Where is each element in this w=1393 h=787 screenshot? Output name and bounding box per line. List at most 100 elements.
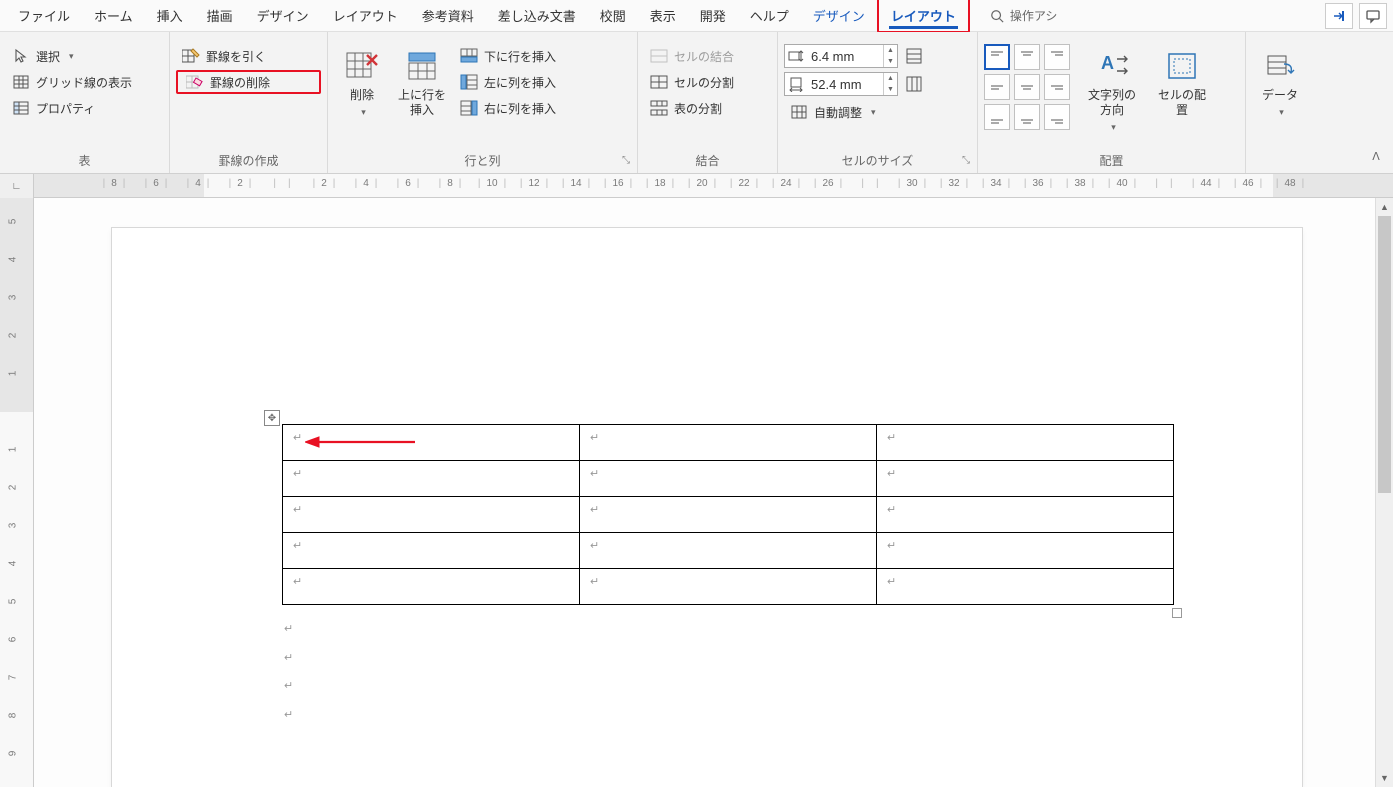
table-row[interactable] <box>283 425 1174 461</box>
insert-col-right-icon <box>460 99 478 117</box>
row-height-icon <box>785 48 807 64</box>
tab-layout[interactable]: レイアウト <box>321 0 410 31</box>
table-cell[interactable] <box>283 533 580 569</box>
row-height-input[interactable]: 6.4 mm ▲▼ <box>784 44 898 68</box>
table-cell[interactable] <box>877 461 1174 497</box>
ruler-tick: 4 <box>7 561 18 567</box>
table-row[interactable] <box>283 569 1174 605</box>
insert-left-button[interactable]: 左に列を挿入 <box>454 70 562 94</box>
align-bot-center[interactable] <box>1014 104 1040 130</box>
view-gridlines-label: グリッド線の表示 <box>36 74 132 91</box>
vertical-scrollbar[interactable]: ▲ ▼ <box>1375 198 1393 787</box>
table-move-handle[interactable]: ✥ <box>264 410 280 426</box>
text-direction-label: 文字列の方向 <box>1086 88 1138 118</box>
select-button[interactable]: 選択 <box>6 44 138 68</box>
horizontal-ruler[interactable]: ∟ 86422468101214161820222426303234363840… <box>0 174 1393 198</box>
insert-col-left-icon <box>460 73 478 91</box>
page[interactable]: ✥ <box>112 228 1302 787</box>
split-table-label: 表の分割 <box>674 100 722 117</box>
collapse-ribbon-button[interactable]: ᐱ <box>1365 145 1387 167</box>
table-row[interactable] <box>283 497 1174 533</box>
scroll-down-button[interactable]: ▼ <box>1376 769 1393 787</box>
table-cell[interactable] <box>877 569 1174 605</box>
insert-below-button[interactable]: 下に行を挿入 <box>454 44 562 68</box>
scroll-track[interactable] <box>1376 216 1393 769</box>
table-cell[interactable] <box>877 425 1174 461</box>
text-direction-button[interactable]: A 文字列の方向 <box>1084 44 1140 137</box>
rowscols-launcher[interactable]: ⤡ <box>619 155 633 169</box>
share-button[interactable] <box>1325 3 1353 29</box>
align-mid-right[interactable] <box>1044 74 1070 100</box>
col-width-input[interactable]: 52.4 mm ▲▼ <box>784 72 898 96</box>
autofit-icon <box>790 103 808 121</box>
tab-view[interactable]: 表示 <box>638 0 688 31</box>
cellsize-launcher[interactable]: ⤡ <box>959 155 973 169</box>
table-cell[interactable] <box>283 497 580 533</box>
group-cellsize-label: セルのサイズ <box>784 149 971 173</box>
ruler-tick: 5 <box>7 219 18 225</box>
comments-button[interactable] <box>1359 3 1387 29</box>
table-cell[interactable] <box>877 533 1174 569</box>
align-mid-left[interactable] <box>984 74 1010 100</box>
table-cell[interactable] <box>580 497 877 533</box>
split-cells-button[interactable]: セルの分割 <box>644 70 740 94</box>
document-table[interactable] <box>282 424 1174 605</box>
tab-references[interactable]: 参考資料 <box>410 0 486 31</box>
table-row[interactable] <box>283 533 1174 569</box>
distribute-rows-button[interactable] <box>902 44 926 68</box>
table-row[interactable] <box>283 461 1174 497</box>
pencil-table-icon <box>182 47 200 65</box>
group-cell-size: 6.4 mm ▲▼ 52.4 mm ▲▼ <box>778 32 978 173</box>
table-cell[interactable] <box>580 461 877 497</box>
ruler-tick: 8 <box>433 178 468 189</box>
eraser-button[interactable]: 罫線の削除 <box>176 70 321 94</box>
cell-margins-button[interactable]: セルの配置 <box>1154 44 1210 122</box>
tab-home[interactable]: ホーム <box>82 0 145 31</box>
table-cell[interactable] <box>283 425 580 461</box>
properties-button[interactable]: プロパティ <box>6 96 138 120</box>
distribute-cols-button[interactable] <box>902 72 926 96</box>
tab-design[interactable]: デザイン <box>245 0 321 31</box>
ruler-tick: 1 <box>7 447 18 453</box>
table-cell[interactable] <box>580 425 877 461</box>
tab-insert[interactable]: 挿入 <box>145 0 195 31</box>
table-resize-handle[interactable] <box>1172 608 1182 618</box>
vertical-ruler[interactable]: 54321123456789 <box>0 198 34 787</box>
tab-review[interactable]: 校閲 <box>588 0 638 31</box>
align-mid-center[interactable] <box>1014 74 1040 100</box>
table-cell[interactable] <box>283 569 580 605</box>
ruler-tick: 30 <box>892 178 932 189</box>
tab-help[interactable]: ヘルプ <box>738 0 801 31</box>
tell-me-search[interactable]: 操作アシ <box>980 3 1068 28</box>
view-gridlines-button[interactable]: グリッド線の表示 <box>6 70 138 94</box>
draw-table-button[interactable]: 罫線を引く <box>176 44 321 68</box>
split-table-button[interactable]: 表の分割 <box>644 96 740 120</box>
data-button[interactable]: データ <box>1252 44 1308 122</box>
delete-button[interactable]: 削除 <box>334 44 390 122</box>
tab-file[interactable]: ファイル <box>6 0 82 31</box>
merge-cells-button[interactable]: セルの結合 <box>644 44 740 68</box>
insert-right-button[interactable]: 右に列を挿入 <box>454 96 562 120</box>
tab-mailings[interactable]: 差し込み文書 <box>486 0 588 31</box>
search-icon <box>990 9 1004 23</box>
scroll-thumb[interactable] <box>1378 216 1391 493</box>
scroll-up-button[interactable]: ▲ <box>1376 198 1393 216</box>
insert-above-button[interactable]: 上に行を挿入 <box>394 44 450 122</box>
tab-developer[interactable]: 開発 <box>688 0 738 31</box>
document-area[interactable]: ✥ <box>34 198 1393 787</box>
table-cell[interactable] <box>877 497 1174 533</box>
align-top-right[interactable] <box>1044 44 1070 70</box>
tab-table-layout[interactable]: レイアウト <box>877 0 970 33</box>
tab-table-design[interactable]: デザイン <box>801 0 877 31</box>
align-top-center[interactable] <box>1014 44 1040 70</box>
align-bot-left[interactable] <box>984 104 1010 130</box>
table-cell[interactable] <box>283 461 580 497</box>
ruler-tick: 22 <box>724 178 764 189</box>
align-top-left[interactable] <box>984 44 1010 70</box>
autofit-button[interactable]: 自動調整 <box>784 100 926 124</box>
col-width-value: 52.4 mm <box>807 77 883 92</box>
tab-draw[interactable]: 描画 <box>195 0 245 31</box>
table-cell[interactable] <box>580 569 877 605</box>
align-bot-right[interactable] <box>1044 104 1070 130</box>
table-cell[interactable] <box>580 533 877 569</box>
